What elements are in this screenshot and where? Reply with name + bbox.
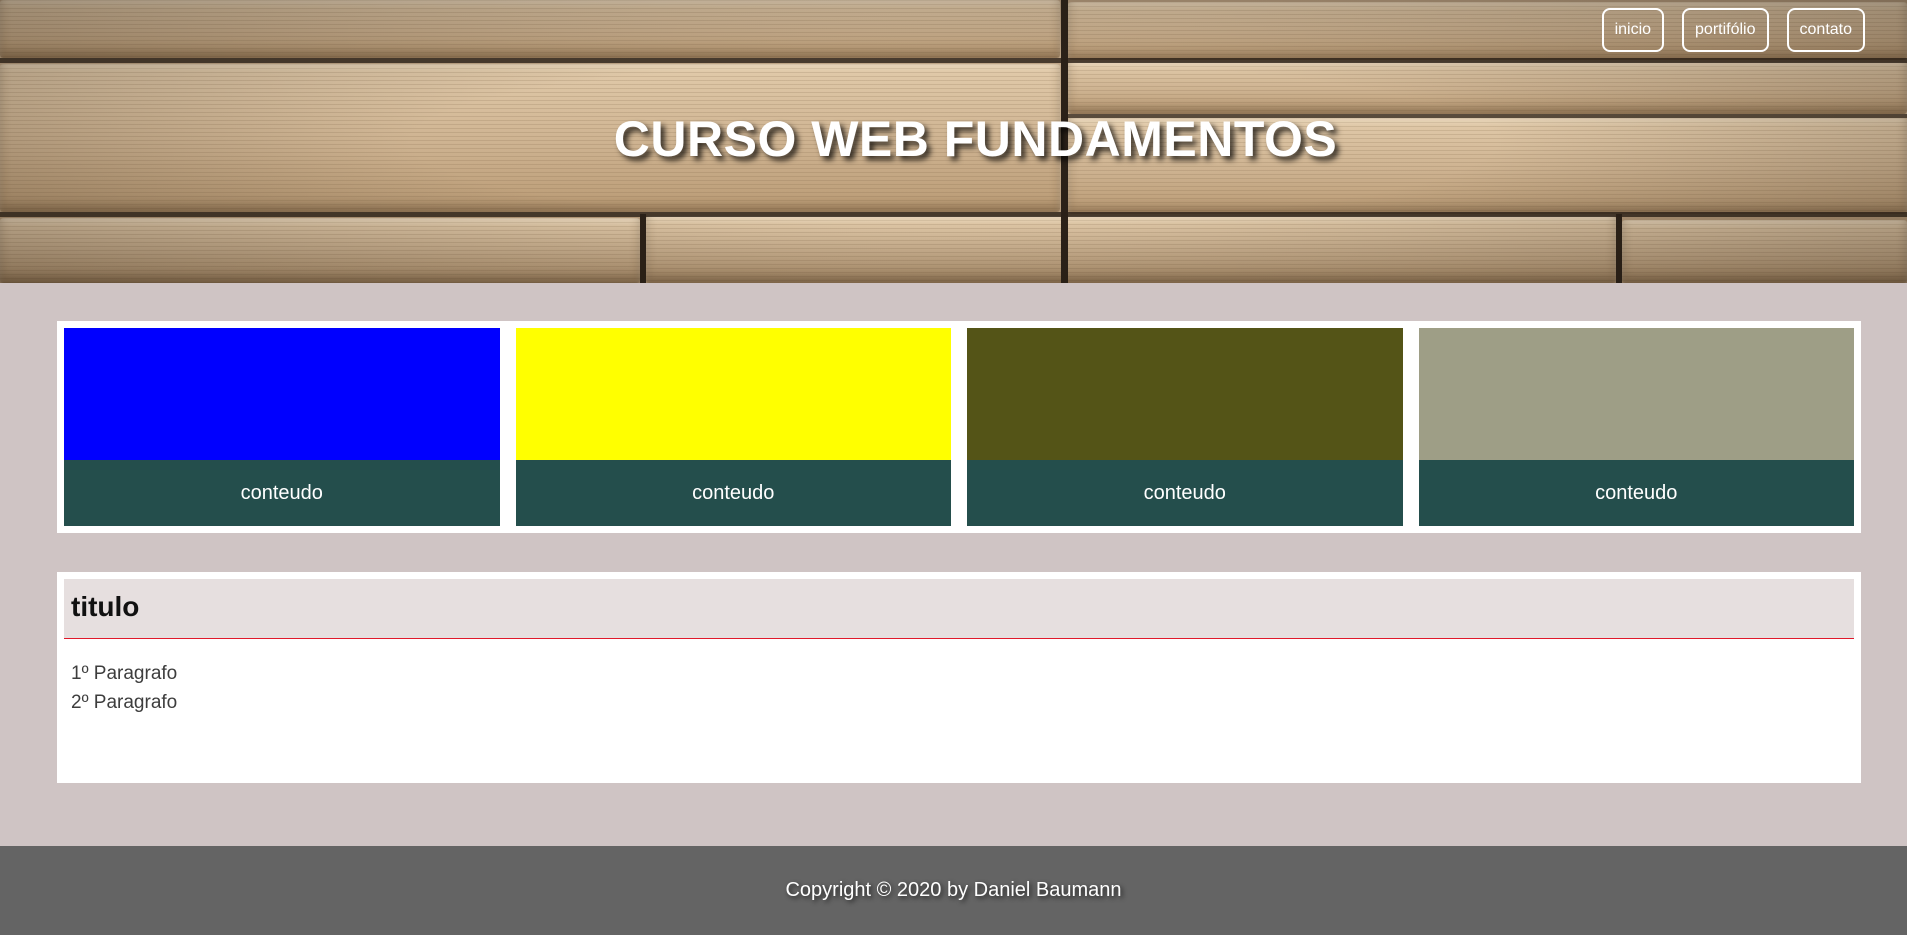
card: conteudo [967,328,1403,526]
card-color-block [64,328,500,460]
cards-section: conteudo conteudo conteudo conteudo [57,321,1861,533]
card-color-block [515,328,951,460]
card-color-block [1418,328,1854,460]
card: conteudo [1418,328,1854,526]
card-caption: conteudo [1418,460,1854,526]
card-caption: conteudo [515,460,951,526]
header-banner: inicio portifólio contato CURSO WEB FUND… [0,0,1907,283]
card-caption: conteudo [967,460,1403,526]
copyright-text: Copyright © 2020 by Daniel Baumann [785,879,1122,901]
article-title: titulo [71,591,140,622]
paragraph: 2º Paragrafo [71,692,178,713]
nav-link-portifolio[interactable]: portifólio [1682,8,1769,52]
article-section: titulo 1º Paragrafo 2º Paragrafo [57,572,1861,783]
paragraph: 1º Paragrafo [71,663,178,684]
card-caption: conteudo [64,460,500,526]
page-title: CURSO WEB FUNDAMENTOS [613,111,1338,167]
card-color-block [967,328,1403,460]
article-body: 1º Paragrafo 2º Paragrafo [64,639,1854,717]
card: conteudo [64,328,500,526]
card: conteudo [515,328,951,526]
footer: Copyright © 2020 by Daniel Baumann [0,846,1907,935]
nav-link-contato[interactable]: contato [1786,8,1865,52]
top-nav: inicio portifólio contato [1601,8,1865,52]
article-header: titulo [64,579,1854,639]
nav-link-inicio[interactable]: inicio [1601,8,1665,52]
